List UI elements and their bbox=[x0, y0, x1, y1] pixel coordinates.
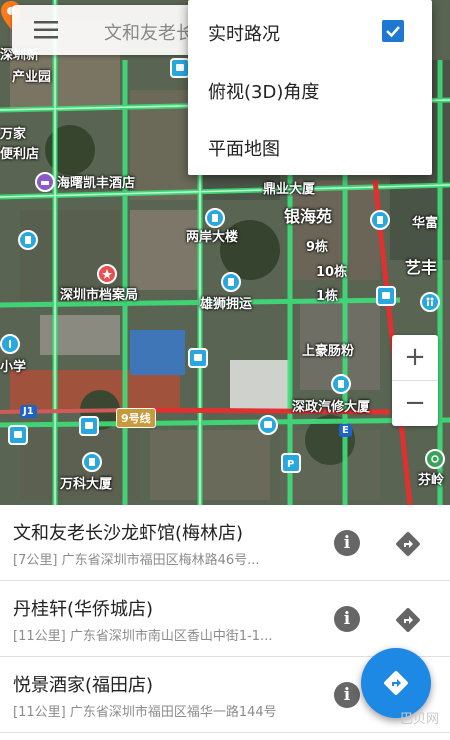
map-label: 芬岭 bbox=[418, 473, 445, 488]
result-address: 广东省深圳市南山区香山中街1-1... bbox=[69, 629, 273, 644]
map-label: 产业园 bbox=[12, 70, 52, 85]
map-label: 银海苑 bbox=[284, 207, 333, 226]
building-icon[interactable] bbox=[370, 210, 390, 230]
government-icon[interactable] bbox=[97, 264, 117, 284]
svg-text:P: P bbox=[287, 459, 294, 468]
restroom-icon[interactable] bbox=[420, 292, 440, 312]
exit-badge: J1 bbox=[20, 405, 37, 418]
hotel-icon[interactable] bbox=[35, 172, 55, 192]
map-label: 海曙凯丰酒店 bbox=[57, 176, 136, 191]
checkbox-checked-icon[interactable] bbox=[382, 20, 404, 42]
result-distance: [11公里] bbox=[13, 705, 66, 720]
result-subtitle: [11公里] 广东省深圳市南山区香山中街1-1... bbox=[13, 625, 272, 644]
zoom-control: + − bbox=[392, 335, 438, 426]
zoom-in-button[interactable]: + bbox=[392, 335, 438, 380]
map-label: 深圳市档案局 bbox=[60, 288, 139, 303]
map-label: 万科大厦 bbox=[60, 477, 113, 492]
result-subtitle: [11公里] 广东省深圳市福田区福华一路144号 bbox=[13, 701, 277, 720]
bus-stop-icon[interactable] bbox=[188, 348, 208, 368]
building-icon[interactable] bbox=[205, 208, 225, 228]
map-options-menu: 实时路况 俯视(3D)角度 平面地图 bbox=[188, 0, 432, 175]
result-item[interactable]: 丹桂轩(华侨城店) [11公里] 广东省深圳市南山区香山中街1-1... i bbox=[0, 581, 450, 657]
menu-item-label: 实时路况 bbox=[208, 24, 280, 45]
menu-item-label: 俯视(3D)角度 bbox=[208, 82, 320, 103]
transfer-icon[interactable] bbox=[425, 449, 445, 469]
bus-stop-icon[interactable] bbox=[258, 415, 278, 435]
map-label: 雄狮拥运 bbox=[200, 297, 253, 312]
map-label: 深政汽修大厦 bbox=[292, 400, 371, 415]
search-query-text[interactable]: 文和友老长 bbox=[104, 19, 194, 45]
result-title: 丹桂轩(华侨城店) bbox=[13, 599, 154, 620]
info-icon[interactable]: i bbox=[334, 682, 360, 708]
result-address: 广东省深圳市福田区梅林路46号... bbox=[61, 553, 260, 568]
directions-icon[interactable] bbox=[394, 530, 422, 558]
map-label: 华富 bbox=[412, 216, 439, 231]
map-label: 小学 bbox=[0, 360, 27, 375]
bus-stop-icon[interactable] bbox=[79, 416, 99, 436]
map-label: 艺丰 bbox=[405, 258, 438, 277]
map-label: 10栋 bbox=[316, 265, 348, 280]
menu-item-realtime-traffic[interactable]: 实时路况 bbox=[188, 2, 432, 60]
result-subtitle: [7公里] 广东省深圳市福田区梅林路46号... bbox=[13, 549, 260, 568]
parking-icon[interactable]: P bbox=[281, 453, 301, 473]
zoom-out-button[interactable]: − bbox=[392, 381, 438, 426]
map-label: 便利店 bbox=[0, 147, 40, 162]
map-label: 1栋 bbox=[316, 289, 339, 304]
menu-item-label: 平面地图 bbox=[208, 139, 280, 160]
map-label: 9栋 bbox=[306, 240, 329, 255]
metro-line-badge: 9号线 bbox=[116, 408, 156, 428]
result-item[interactable]: 文和友老长沙龙虾馆(梅林店) [7公里] 广东省深圳市福田区梅林路46号... … bbox=[0, 505, 450, 581]
bus-stop-icon[interactable] bbox=[8, 425, 28, 445]
building-icon[interactable] bbox=[18, 230, 38, 250]
result-distance: [11公里] bbox=[13, 629, 66, 644]
info-icon[interactable]: i bbox=[334, 606, 360, 632]
map-label: 万家 bbox=[0, 127, 27, 142]
exit-badge: E bbox=[339, 424, 352, 437]
building-icon[interactable] bbox=[331, 374, 351, 394]
map-label: 两岸大楼 bbox=[186, 230, 239, 245]
bus-stop-icon[interactable] bbox=[170, 58, 190, 78]
directions-icon[interactable] bbox=[394, 606, 422, 634]
hamburger-menu-icon[interactable] bbox=[34, 21, 58, 39]
result-title: 悦景酒家(福田店) bbox=[13, 675, 154, 696]
building-icon[interactable] bbox=[221, 272, 241, 292]
directions-icon bbox=[384, 671, 408, 695]
menu-item-3d-view[interactable]: 俯视(3D)角度 bbox=[188, 60, 432, 118]
map-label: 上豪肠粉 bbox=[302, 344, 355, 359]
watermark: 巴贝网 bbox=[400, 712, 440, 727]
bus-stop-icon[interactable] bbox=[376, 286, 396, 306]
result-distance: [7公里] bbox=[13, 553, 58, 568]
result-address: 广东省深圳市福田区福华一路144号 bbox=[69, 705, 277, 720]
menu-item-flat-map[interactable]: 平面地图 bbox=[188, 117, 432, 175]
map-label: 鼎业大厦 bbox=[263, 182, 316, 197]
building-icon[interactable] bbox=[82, 452, 102, 472]
result-title: 文和友老长沙龙虾馆(梅林店) bbox=[13, 523, 244, 544]
info-icon[interactable]: i bbox=[334, 530, 360, 556]
restaurant-icon[interactable] bbox=[0, 334, 20, 354]
